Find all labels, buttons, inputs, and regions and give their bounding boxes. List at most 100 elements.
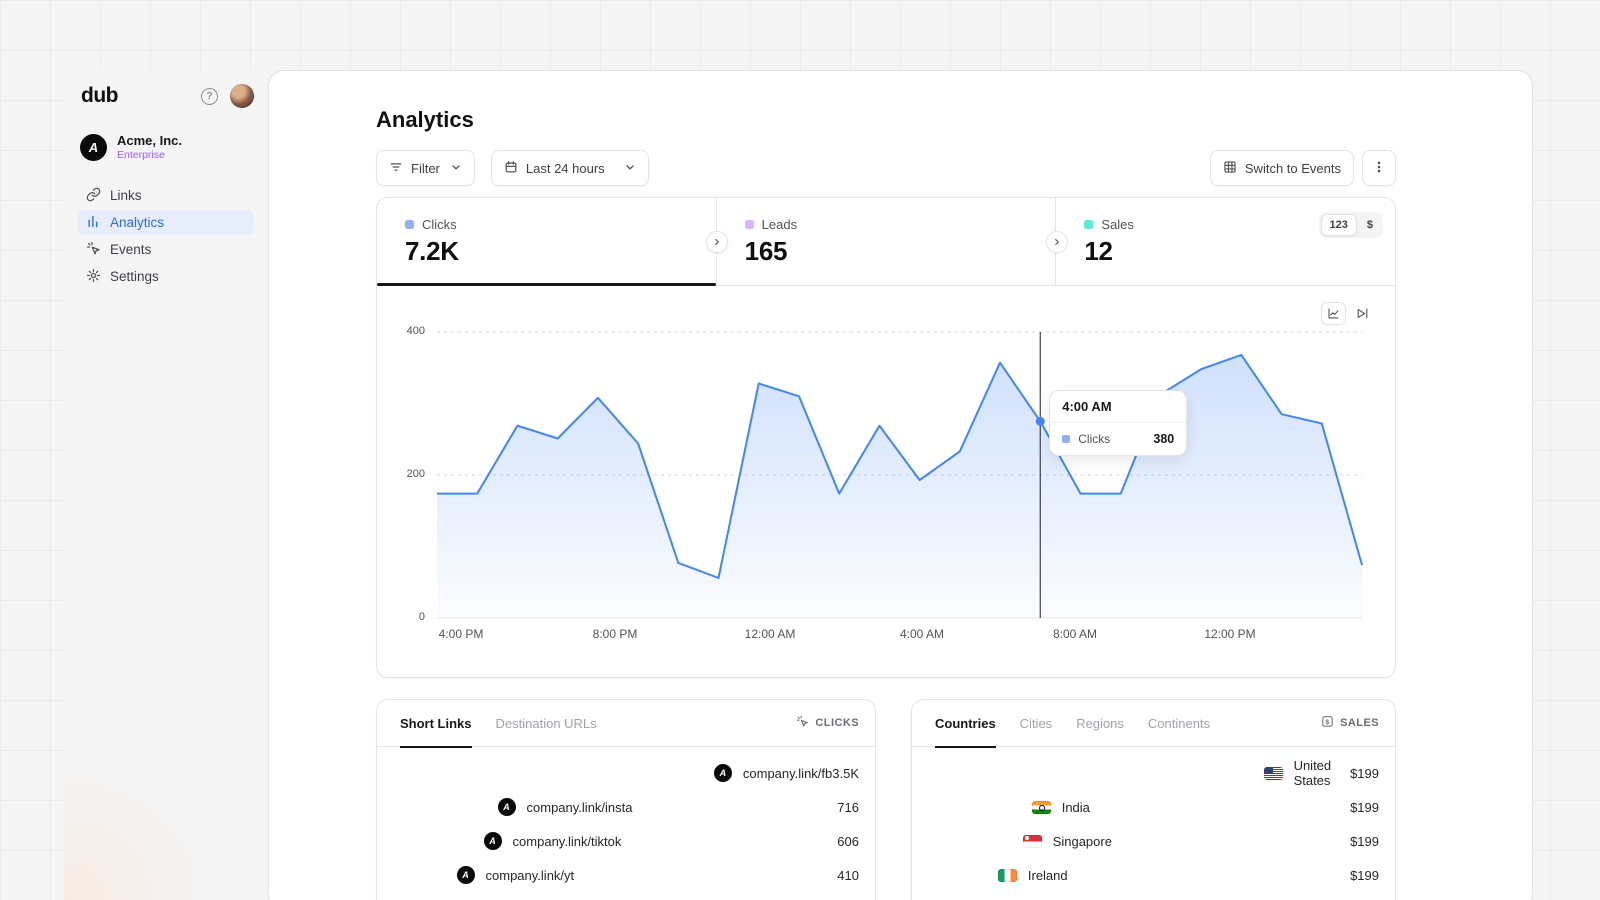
kebab-icon [1372, 160, 1386, 177]
sales-view-toggle: 123 $ [1319, 212, 1383, 238]
country-row[interactable]: United States$199 [928, 758, 1379, 788]
short-link-label: company.link/insta [527, 800, 633, 815]
flag-icon-in [1032, 801, 1051, 814]
date-range-label: Last 24 hours [526, 161, 605, 176]
more-menu-button[interactable] [1362, 150, 1396, 186]
short-link-row[interactable]: Acompany.link/fb3.5K [393, 758, 859, 788]
sales-amount-toggle[interactable]: $ [1359, 215, 1381, 235]
line-chart-toggle[interactable] [1321, 302, 1346, 325]
country-row[interactable]: Ireland $199 [928, 860, 1379, 890]
x-tick-label: 4:00 AM [900, 627, 944, 641]
sidebar-item-settings[interactable]: Settings [78, 264, 254, 289]
stat-value: 165 [745, 236, 1056, 267]
countries-panel-header: Countries Cities Regions Continents $ SALES [912, 700, 1395, 747]
link-icon [86, 187, 101, 205]
grid-icon [1223, 160, 1237, 177]
sidebar-nav: Links Analytics Events Settings [78, 183, 254, 289]
link-favicon: A [714, 764, 732, 782]
funnel-chart-toggle[interactable] [1350, 302, 1375, 325]
tab-destination-urls[interactable]: Destination URLs [496, 700, 597, 747]
switch-to-events-label: Switch to Events [1245, 161, 1341, 176]
country-row[interactable]: Singapore$199 [928, 826, 1379, 856]
area-chart-svg[interactable] [377, 286, 1395, 677]
short-link-label: company.link/fb [743, 766, 832, 781]
analytics-chart-card: Clicks 7.2K Leads 165 Sales 12 123 [376, 197, 1396, 678]
sidebar-item-label: Analytics [110, 215, 164, 230]
tooltip-time: 4:00 AM [1050, 391, 1186, 423]
filter-label: Filter [411, 161, 440, 176]
sales-count-toggle[interactable]: 123 [1321, 214, 1357, 236]
sidebar-item-label: Links [110, 188, 142, 203]
clicks-dot [405, 220, 414, 229]
short-link-value: 410 [837, 868, 859, 883]
flag-icon-sg [1023, 835, 1042, 848]
workspace-plan-badge: Enterprise [117, 149, 182, 161]
tab-cities[interactable]: Cities [1020, 700, 1053, 747]
date-range-button[interactable]: Last 24 hours [491, 150, 649, 186]
filter-button[interactable]: Filter [376, 150, 475, 186]
clicks-dot [1062, 435, 1070, 443]
chevron-right-icon[interactable] [706, 231, 728, 253]
link-favicon: A [498, 798, 516, 816]
page-title: Analytics [376, 107, 474, 133]
tab-regions[interactable]: Regions [1076, 700, 1124, 747]
sales-dot [1084, 220, 1093, 229]
country-row[interactable]: India $199 [928, 792, 1379, 822]
switch-to-events-button[interactable]: Switch to Events [1210, 150, 1354, 186]
short-link-value: 606 [837, 834, 859, 849]
chart-type-toggles [1321, 302, 1375, 325]
sidebar-item-label: Settings [110, 269, 159, 284]
flag-icon-ie [998, 869, 1017, 882]
tooltip-series: Clicks [1078, 432, 1110, 446]
sidebar-item-analytics[interactable]: Analytics [78, 210, 254, 235]
link-favicon: A [457, 866, 475, 884]
x-tick-label: 12:00 AM [745, 627, 796, 641]
sidebar-item-label: Events [110, 242, 151, 257]
clicks-metric-button[interactable]: CLICKS [796, 715, 859, 731]
short-link-row[interactable]: Acompany.link/tiktok606 [393, 826, 859, 856]
toolbar: Filter Last 24 hours Switch to Events [376, 150, 1396, 186]
sales-metric-button[interactable]: $ SALES [1321, 715, 1379, 731]
dollar-icon: $ [1321, 715, 1334, 731]
metric-label: CLICKS [815, 717, 859, 729]
stat-label: Leads [762, 217, 797, 232]
short-link-value: 3.5K [832, 766, 859, 781]
clicks-time-series-chart: 0200400 4:00 PM8:00 PM12:00 AM4:00 AM8:0… [377, 286, 1395, 677]
help-icon[interactable]: ? [201, 88, 218, 105]
bar-chart-icon [86, 214, 101, 232]
y-tick-label: 0 [387, 611, 425, 623]
calendar-icon [504, 160, 518, 177]
sidebar: dub ? A Acme, Inc. Enterprise Links Anal… [64, 70, 268, 900]
x-tick-label: 8:00 AM [1053, 627, 1097, 641]
tab-short-links[interactable]: Short Links [400, 700, 472, 747]
stat-tab-leads[interactable]: Leads 165 [716, 198, 1056, 285]
country-value: $199 [1350, 868, 1379, 883]
workspace-logo: A [80, 134, 107, 161]
workspace-name: Acme, Inc. [117, 134, 182, 149]
tab-continents[interactable]: Continents [1148, 700, 1210, 747]
stat-value: 7.2K [405, 236, 716, 267]
x-tick-label: 4:00 PM [439, 627, 484, 641]
chevron-right-icon[interactable] [1046, 231, 1068, 253]
cursor-click-icon [796, 715, 809, 731]
short-link-value: 716 [837, 800, 859, 815]
short-link-row[interactable]: Acompany.link/insta 716 [393, 792, 859, 822]
user-avatar[interactable] [230, 84, 254, 108]
sidebar-item-events[interactable]: Events [78, 237, 254, 262]
main-panel: Analytics Filter Last 24 hours Switch to… [268, 70, 1533, 900]
short-link-row[interactable]: Acompany.link/yt410 [393, 860, 859, 890]
chart-tooltip: 4:00 AM Clicks 380 [1049, 390, 1187, 456]
workspace-switcher[interactable]: A Acme, Inc. Enterprise [80, 134, 254, 161]
stat-tab-sales[interactable]: Sales 12 123 $ [1055, 198, 1395, 285]
y-tick-label: 400 [387, 325, 425, 337]
svg-text:$: $ [1326, 719, 1330, 726]
tooltip-value: 380 [1153, 432, 1174, 446]
tab-countries[interactable]: Countries [935, 700, 996, 747]
country-label: Ireland [1028, 868, 1068, 883]
stat-tab-clicks[interactable]: Clicks 7.2K [377, 198, 716, 285]
country-label: India [1062, 800, 1090, 815]
country-value: $199 [1350, 766, 1379, 781]
short-link-label: company.link/tiktok [513, 834, 622, 849]
country-value: $199 [1350, 800, 1379, 815]
sidebar-item-links[interactable]: Links [78, 183, 254, 208]
